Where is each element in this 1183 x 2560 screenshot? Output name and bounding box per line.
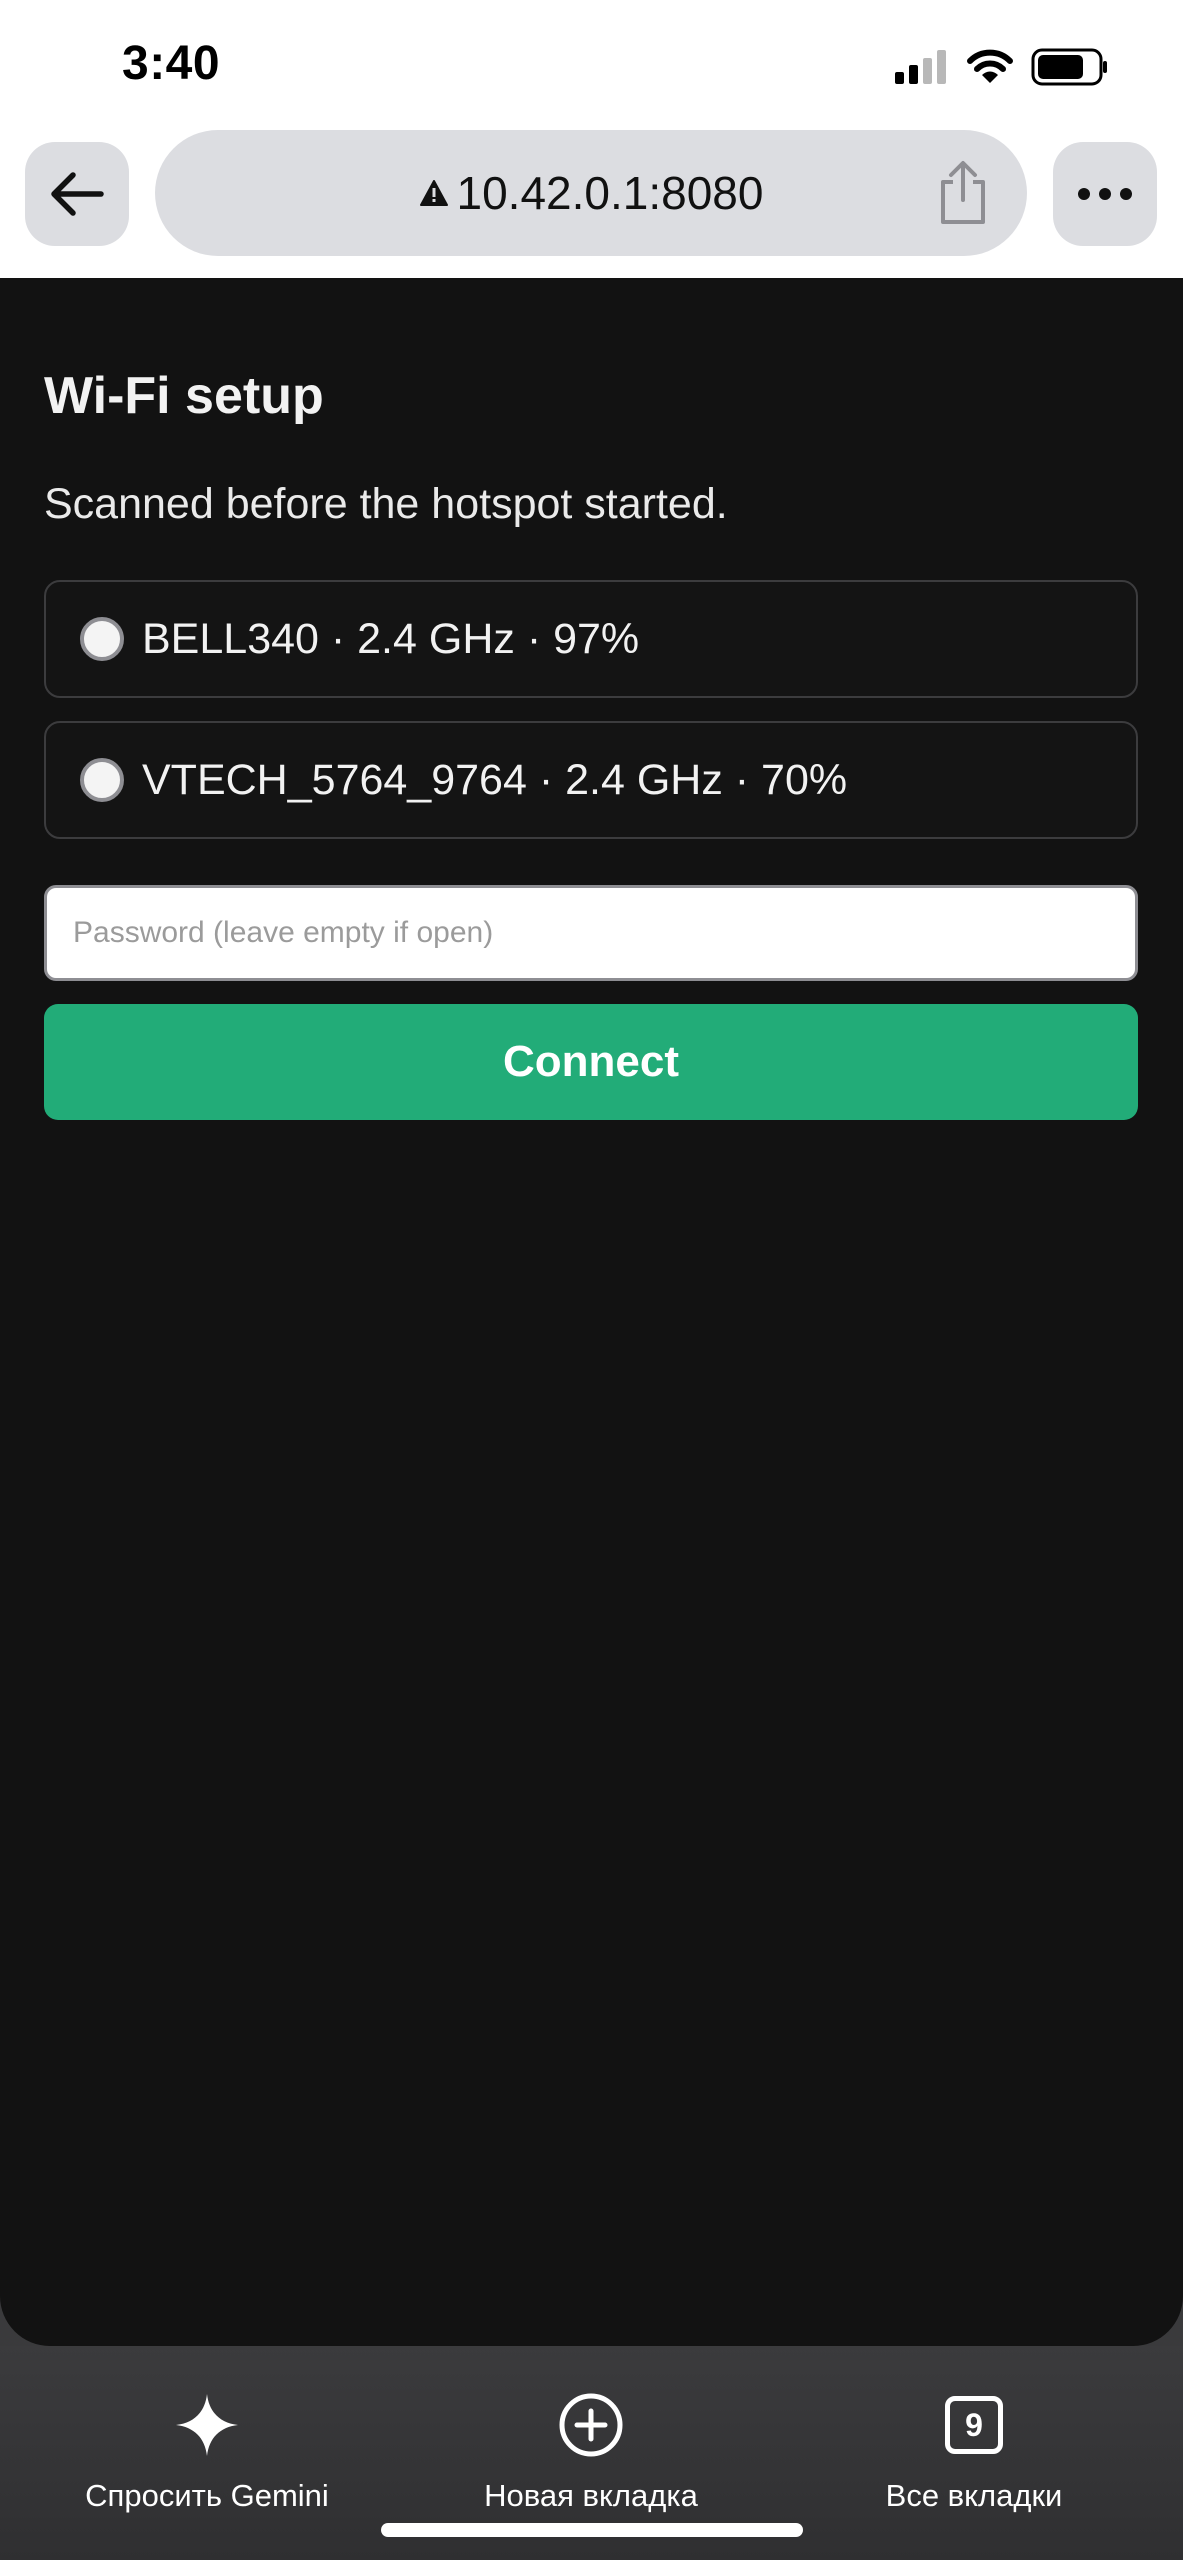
all-tabs-label: Все вкладки xyxy=(885,2478,1063,2513)
ask-gemini-button[interactable]: Спросить Gemini xyxy=(64,2388,350,2514)
status-icons xyxy=(895,46,1109,88)
more-options-button[interactable] xyxy=(1053,142,1157,246)
web-page: Wi-Fi setup Scanned before the hotspot s… xyxy=(0,278,1183,2346)
password-input[interactable] xyxy=(44,885,1138,981)
share-icon[interactable] xyxy=(933,160,993,226)
ask-gemini-label: Спросить Gemini xyxy=(85,2478,329,2513)
network-option-bell340[interactable]: BELL340 · 2.4 GHz · 97% xyxy=(44,580,1138,698)
gemini-sparkle-icon xyxy=(176,2394,238,2456)
address-bar[interactable]: 10.42.0.1:8080 xyxy=(155,130,1027,256)
browser-toolbar: 10.42.0.1:8080 xyxy=(0,130,1183,278)
connect-button[interactable]: Connect xyxy=(44,1004,1138,1120)
network-radio[interactable] xyxy=(80,617,124,661)
status-bar: 3:40 xyxy=(0,0,1183,130)
plus-circle-icon xyxy=(559,2393,623,2457)
status-time: 3:40 xyxy=(122,37,221,90)
cellular-signal-icon xyxy=(895,50,946,84)
battery-icon xyxy=(1031,48,1107,86)
new-tab-button[interactable]: Новая вкладка xyxy=(440,2388,742,2514)
page-title: Wi-Fi setup xyxy=(44,367,324,425)
tab-count-badge: 9 xyxy=(945,2396,1003,2454)
url-text: 10.42.0.1:8080 xyxy=(456,167,764,219)
back-arrow-icon xyxy=(51,172,104,216)
network-label: VTECH_5764_9764 · 2.4 GHz · 70% xyxy=(142,755,848,804)
wifi-icon xyxy=(967,49,1013,83)
network-label: BELL340 · 2.4 GHz · 97% xyxy=(142,614,640,663)
more-dot xyxy=(1120,188,1132,200)
new-tab-label: Новая вкладка xyxy=(484,2478,698,2513)
network-option-vtech[interactable]: VTECH_5764_9764 · 2.4 GHz · 70% xyxy=(44,721,1138,839)
warning-triangle-icon xyxy=(419,180,448,206)
page-subtitle: Scanned before the hotspot started. xyxy=(44,480,728,528)
all-tabs-button[interactable]: 9 Все вкладки xyxy=(856,2388,1092,2514)
back-button[interactable] xyxy=(25,142,129,246)
home-indicator xyxy=(381,2523,803,2537)
more-dot xyxy=(1078,188,1090,200)
more-dot xyxy=(1099,188,1111,200)
network-radio[interactable] xyxy=(80,758,124,802)
